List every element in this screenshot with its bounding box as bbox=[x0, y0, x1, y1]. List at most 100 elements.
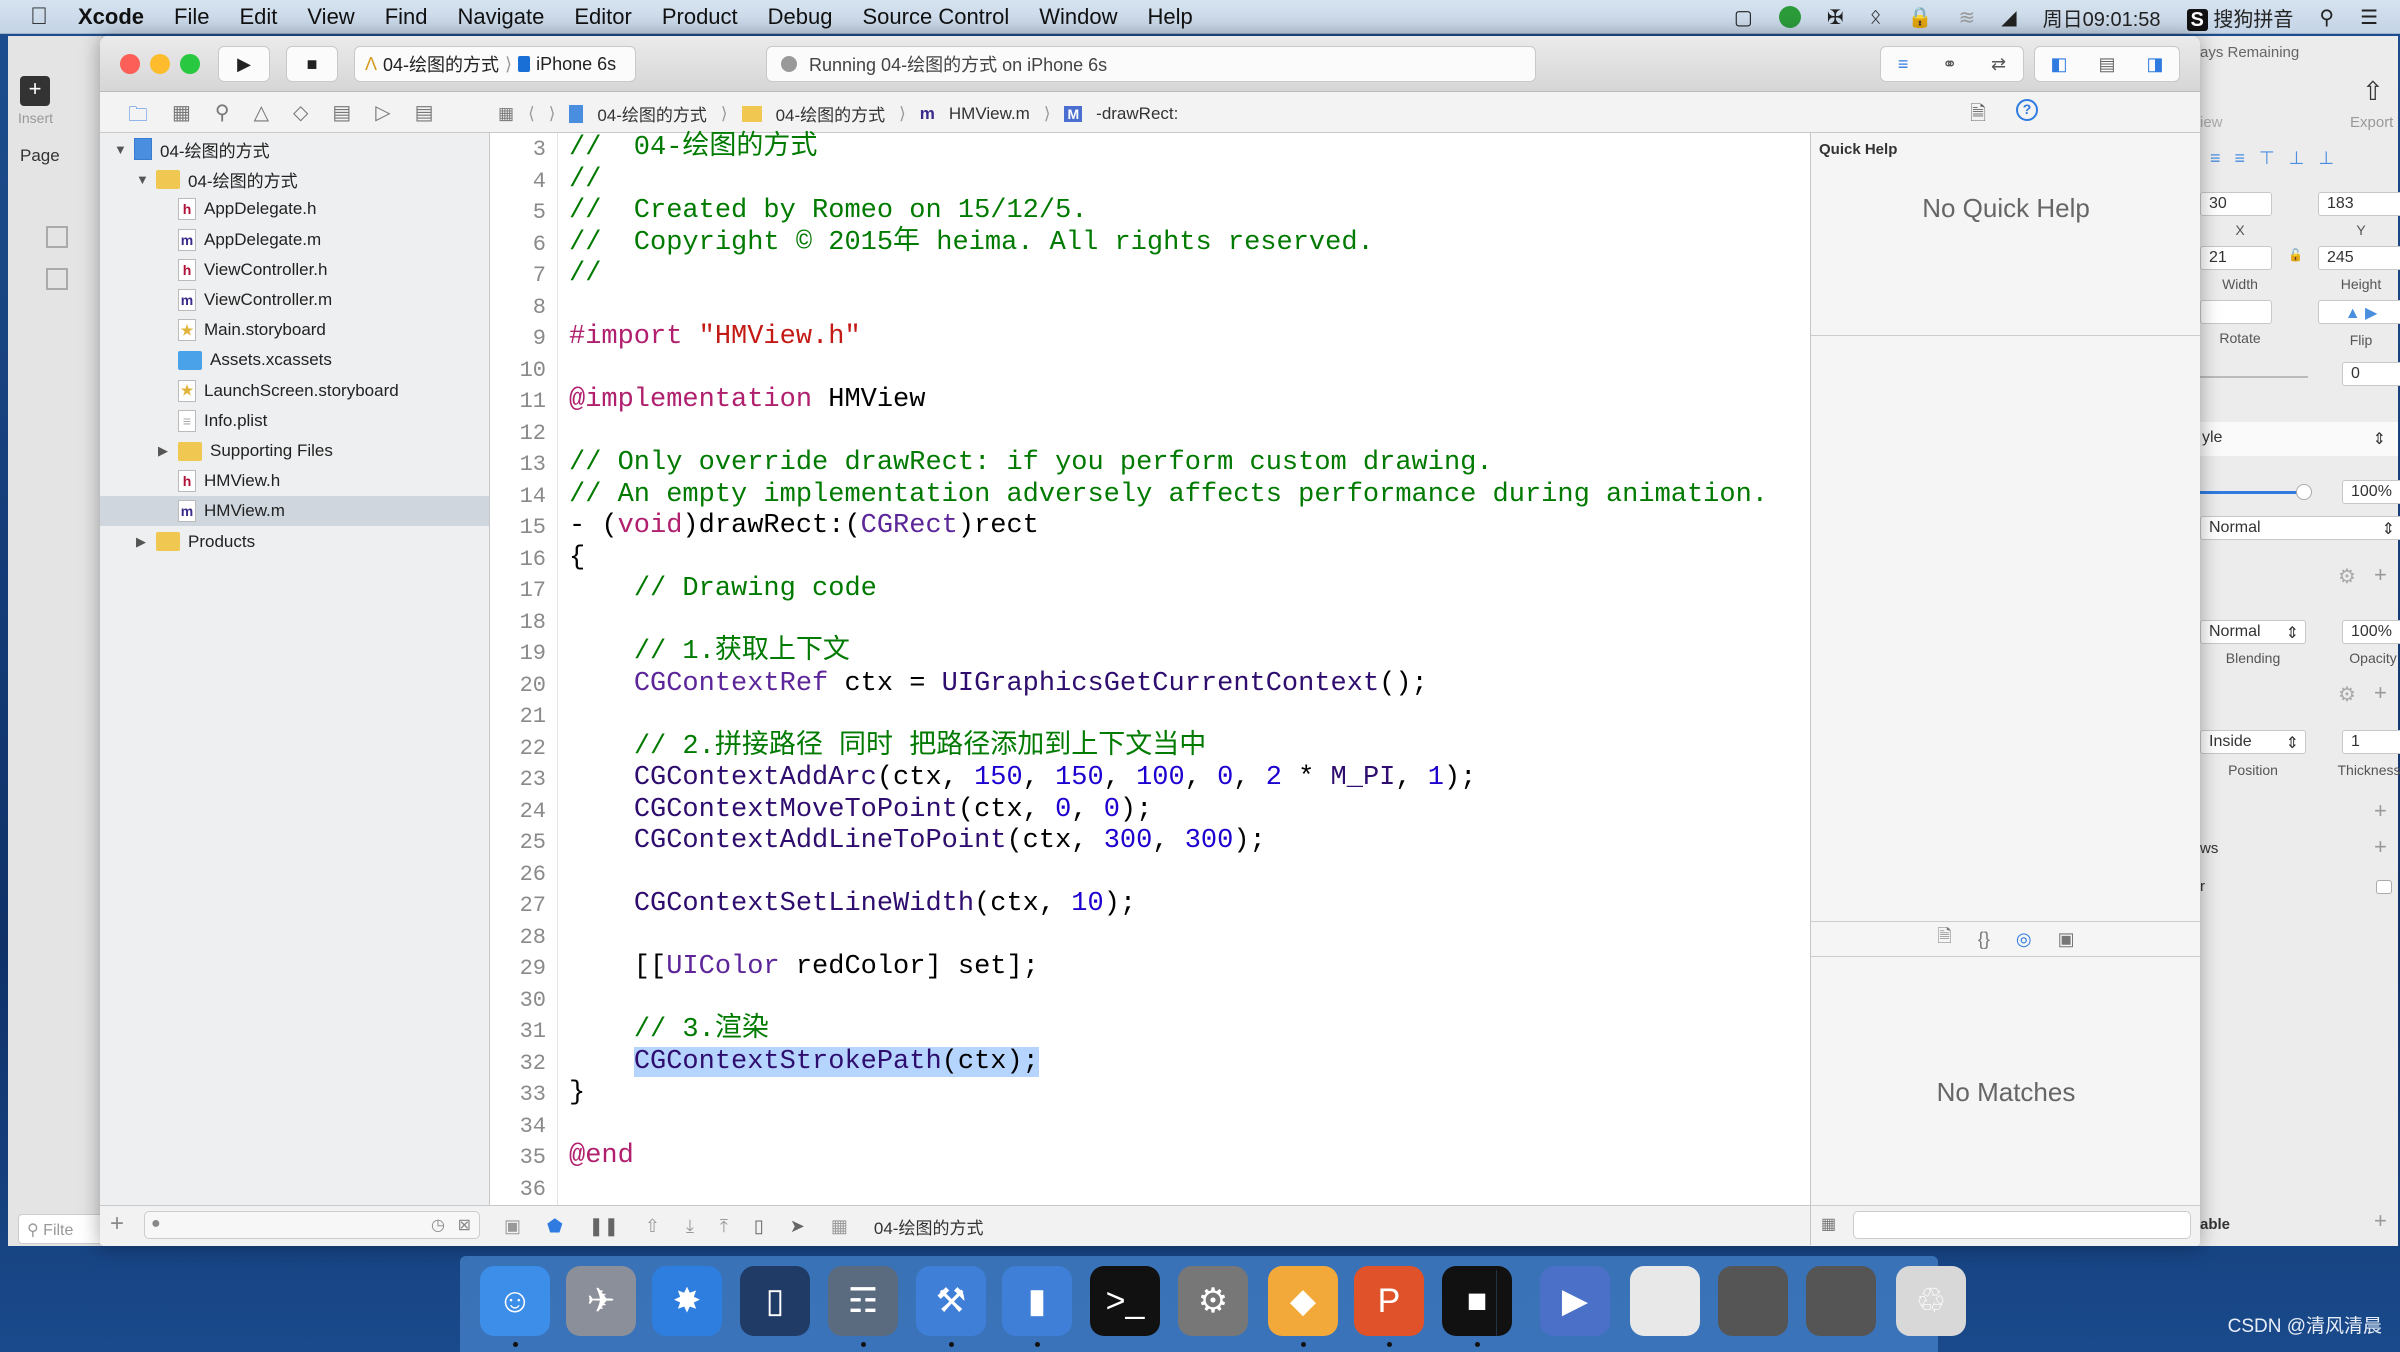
export-icon[interactable]: ⇧ bbox=[2362, 76, 2384, 107]
standard-editor-icon[interactable]: ≡ bbox=[1898, 54, 1909, 75]
view-debugger-icon[interactable]: ▯ bbox=[754, 1216, 764, 1237]
pause-icon[interactable]: ❚❚ bbox=[589, 1216, 619, 1237]
navigator-item[interactable]: m HMView.m bbox=[100, 496, 489, 527]
status-green-icon[interactable] bbox=[1778, 6, 1801, 28]
toggle-utilities-icon[interactable]: ◨ bbox=[2146, 54, 2163, 75]
spotlight-icon[interactable]: ⚲ bbox=[2319, 5, 2334, 30]
add-border-icon[interactable]: + bbox=[2374, 680, 2387, 706]
menu-edit[interactable]: Edit bbox=[239, 4, 277, 30]
navigator-item[interactable]: ★ Main.storyboard bbox=[100, 315, 489, 345]
lock-ratio-icon[interactable]: 🔓 bbox=[2288, 248, 2303, 262]
code-line[interactable]: // 04-绘图的方式 bbox=[569, 133, 817, 164]
border-position-select[interactable]: Inside ⇕ bbox=[2200, 730, 2306, 754]
dock-window-3-icon[interactable] bbox=[1806, 1266, 1876, 1336]
zoom-button[interactable] bbox=[180, 54, 200, 74]
file-inspector-icon[interactable]: 🗎 bbox=[1970, 99, 1986, 133]
menu-source-control[interactable]: Source Control bbox=[863, 4, 1010, 30]
dock-photo-booth-icon[interactable]: ☶ bbox=[828, 1266, 898, 1336]
add-fill-icon[interactable]: + bbox=[2374, 562, 2387, 588]
dock-launchpad-icon[interactable]: ✈ bbox=[566, 1266, 636, 1336]
quick-help-icon[interactable]: ? bbox=[2016, 99, 2038, 121]
version-editor-icon[interactable]: ⇄ bbox=[1991, 54, 2006, 75]
navigator-filter-input[interactable]: ● ◷ ⊠ bbox=[144, 1211, 480, 1239]
wifi-icon[interactable]: ≋ bbox=[1958, 5, 1975, 30]
code-line[interactable]: // bbox=[569, 165, 601, 196]
navigator-item[interactable]: ≡ Info.plist bbox=[100, 406, 489, 436]
breadcrumb-group[interactable]: 04-绘图的方式 bbox=[776, 101, 886, 126]
add-inner-shadow-icon[interactable]: + bbox=[2374, 834, 2387, 860]
code-line[interactable]: [[UIColor redColor] set]; bbox=[569, 952, 1039, 983]
export-label[interactable]: Export bbox=[2350, 114, 2393, 131]
toggle-debug-area-icon[interactable]: ▤ bbox=[2098, 54, 2115, 75]
navigator-item[interactable]: h HMView.h bbox=[100, 466, 489, 496]
forward-button[interactable]: ⟩ bbox=[549, 104, 556, 124]
code-line[interactable]: } bbox=[569, 1078, 585, 1109]
code-line[interactable]: { bbox=[569, 543, 585, 574]
menu-window[interactable]: Window bbox=[1039, 4, 1117, 30]
back-button[interactable]: ⟨ bbox=[528, 104, 535, 124]
code-line[interactable]: CGContextStrokePath(ctx); bbox=[569, 1046, 1039, 1078]
menu-file[interactable]: File bbox=[174, 4, 209, 30]
code-line[interactable]: - (void)drawRect:(CGRect)rect bbox=[569, 511, 1039, 542]
menu-view[interactable]: View bbox=[307, 4, 354, 30]
navigator-item[interactable]: ▶ Supporting Files bbox=[100, 436, 489, 466]
navigator-item[interactable]: Assets.xcassets bbox=[100, 345, 489, 375]
code-line[interactable]: @implementation HMView bbox=[569, 385, 925, 416]
gear-icon[interactable]: ⚙ bbox=[2338, 682, 2356, 707]
menu-help[interactable]: Help bbox=[1148, 4, 1193, 30]
input-method[interactable]: S 搜狗拼音 bbox=[2186, 3, 2293, 32]
dock-finder-icon[interactable]: ☺ bbox=[480, 1266, 550, 1336]
find-navigator-icon[interactable]: ⚲ bbox=[215, 100, 230, 134]
breadcrumb-project[interactable]: 04-绘图的方式 bbox=[597, 101, 707, 126]
code-snippet-library-icon[interactable]: {} bbox=[1978, 929, 1990, 950]
disclosure-open-icon[interactable]: ▼ bbox=[114, 142, 130, 157]
navigator-item[interactable]: ▶ Products bbox=[100, 527, 489, 557]
radius-field[interactable]: 0 bbox=[2342, 362, 2400, 386]
grid-view-icon[interactable]: ▦ bbox=[1821, 1214, 1836, 1234]
test-navigator-icon[interactable]: ◇ bbox=[293, 100, 308, 134]
hide-debug-area-icon[interactable]: ▣ bbox=[504, 1216, 521, 1237]
gear-icon[interactable]: ⚙ bbox=[2338, 564, 2356, 589]
code-line[interactable]: // Copyright © 2015年 heima. All rights r… bbox=[569, 228, 1374, 259]
fill-opacity-field[interactable]: 100% bbox=[2342, 620, 2400, 644]
menu-app[interactable]: Xcode bbox=[78, 4, 144, 30]
dock-system-preferences-icon[interactable]: ⚙ bbox=[1178, 1266, 1248, 1336]
clock[interactable]: 周日09:01:58 bbox=[2043, 3, 2161, 32]
code-line[interactable]: // An empty implementation adversely aff… bbox=[569, 480, 1768, 511]
dock-safari-icon[interactable]: ✸ bbox=[652, 1266, 722, 1336]
navigator-item[interactable]: h ViewController.h bbox=[100, 255, 489, 285]
code-line[interactable]: CGContextAddLineToPoint(ctx, 300, 300); bbox=[569, 826, 1266, 857]
dock-simulator-icon[interactable]: ▮ bbox=[1002, 1266, 1072, 1336]
breadcrumb-method[interactable]: -drawRect: bbox=[1096, 104, 1178, 124]
code-line[interactable]: CGContextAddArc(ctx, 150, 150, 100, 0, 2… bbox=[569, 763, 1477, 794]
navigator-item[interactable]: m AppDelegate.m bbox=[100, 225, 489, 255]
disclosure-open-icon[interactable]: ▼ bbox=[136, 172, 152, 187]
code-line[interactable]: // Drawing code bbox=[569, 574, 877, 605]
library-filter-input[interactable] bbox=[1853, 1211, 2191, 1239]
code-line[interactable]: // 2.拼接路径 同时 把路径添加到上下文当中 bbox=[569, 732, 1206, 763]
blend-select[interactable]: Normal ⇕ bbox=[2200, 516, 2400, 540]
code-line[interactable]: #import "HMView.h" bbox=[569, 322, 861, 353]
project-navigator-icon[interactable]: 🗀 bbox=[128, 100, 148, 134]
code-area[interactable]: // 04-绘图的方式//// Created by Romeo on 15/1… bbox=[490, 133, 1890, 1245]
add-shadow-icon[interactable]: + bbox=[2374, 798, 2387, 824]
radius-slider[interactable] bbox=[2200, 376, 2308, 378]
fan-icon[interactable]: ✠ bbox=[1827, 5, 1844, 30]
stop-button[interactable]: ■ bbox=[286, 46, 338, 82]
thickness-field[interactable]: 1 bbox=[2342, 730, 2400, 754]
code-line[interactable]: // Only override drawRect: if you perfor… bbox=[569, 448, 1493, 479]
code-line[interactable]: // Created by Romeo on 15/12/5. bbox=[569, 196, 1087, 227]
media-library-icon[interactable]: ▣ bbox=[2058, 929, 2075, 950]
issue-navigator-icon[interactable]: △ bbox=[254, 100, 269, 134]
dock-terminal-icon[interactable]: >_ bbox=[1090, 1266, 1160, 1336]
code-line[interactable]: // bbox=[569, 259, 601, 290]
menu-navigate[interactable]: Navigate bbox=[458, 4, 545, 30]
disclosure-closed-icon[interactable]: ▶ bbox=[158, 443, 174, 459]
notification-center-icon[interactable]: ☰ bbox=[2360, 5, 2378, 30]
dock-trash-icon[interactable]: ♲ bbox=[1896, 1266, 1966, 1336]
breakpoints-toggle-icon[interactable]: ⬟ bbox=[547, 1216, 563, 1237]
dock-keynote-icon[interactable]: P bbox=[1354, 1266, 1424, 1336]
step-out-icon[interactable]: ⤒ bbox=[720, 1216, 728, 1237]
add-file-button[interactable]: + bbox=[110, 1210, 124, 1238]
dock-sketch-icon[interactable]: ◆ bbox=[1268, 1266, 1338, 1336]
